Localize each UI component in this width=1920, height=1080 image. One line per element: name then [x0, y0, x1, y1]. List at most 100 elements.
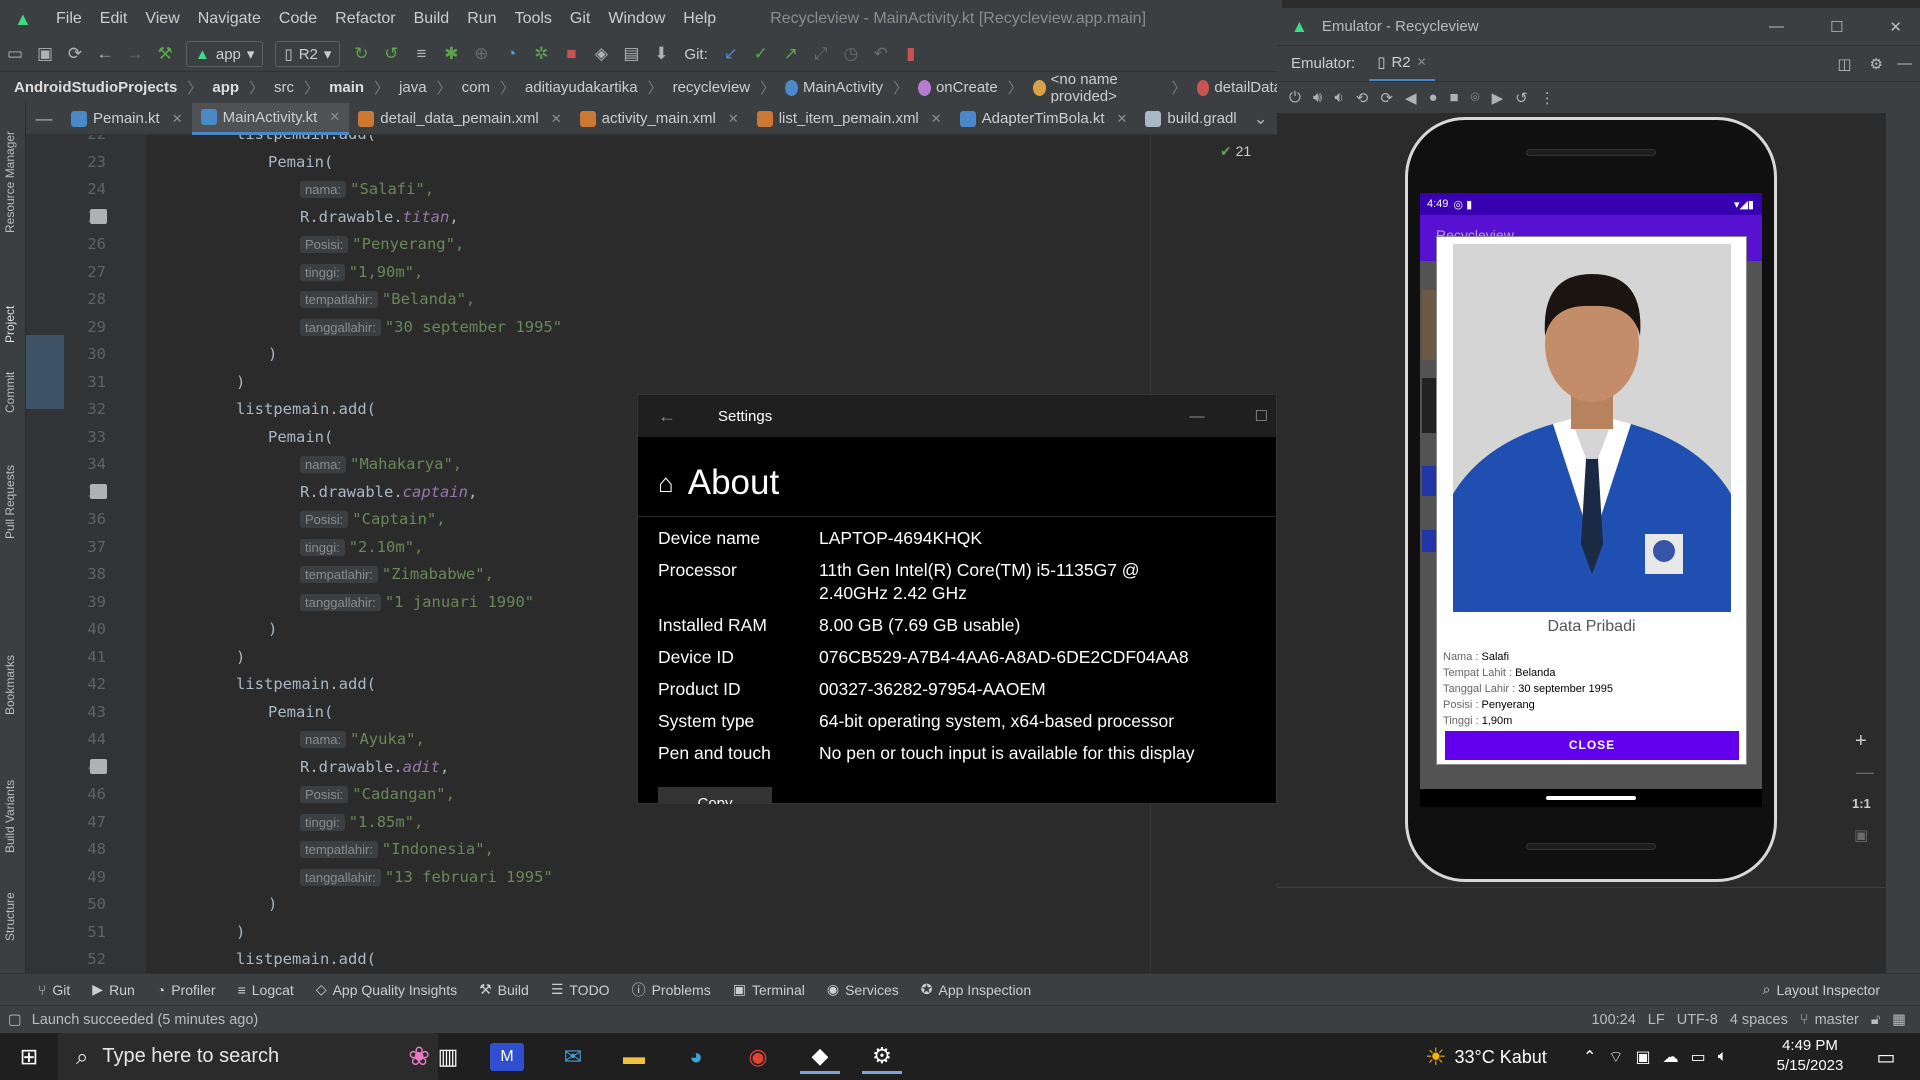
collapse-icon[interactable]: —: [26, 104, 62, 134]
code-line[interactable]: 49 tanggallahir: "13 februari 1995": [26, 864, 1282, 892]
home-icon[interactable]: ●: [1428, 89, 1437, 106]
menu-code[interactable]: Code: [279, 10, 317, 28]
open-folder-icon[interactable]: ▭: [0, 39, 30, 69]
crumb-projects[interactable]: AndroidStudioProjects: [14, 79, 177, 96]
chrome-browser-icon[interactable]: ◉: [738, 1040, 778, 1074]
network-icon[interactable]: ⌔: [1608, 1047, 1623, 1067]
crumb-anonymous[interactable]: <no name provided>: [1051, 71, 1162, 105]
code-line[interactable]: 48 tempatlahir: "Indonesia",: [26, 836, 1282, 864]
crumb-detaildata[interactable]: detailData: [1214, 79, 1282, 96]
maximize-icon[interactable]: ☐: [1830, 18, 1843, 36]
taskbar-clock[interactable]: 4:49 PM 5/15/2023: [1770, 1036, 1850, 1076]
profile-icon[interactable]: ◔: [496, 39, 526, 69]
gear-icon[interactable]: ⚙: [1870, 55, 1883, 73]
gradle-icon[interactable]: ◈: [586, 39, 616, 69]
menu-refactor[interactable]: Refactor: [335, 10, 395, 28]
tool-profiler[interactable]: ◔ Profiler: [157, 982, 216, 998]
code-line[interactable]: 31): [26, 369, 1282, 397]
back-icon[interactable]: ◀: [1405, 89, 1417, 107]
tab-list-item-pemain-xml[interactable]: list_item_pemain.xml ✕: [748, 103, 951, 135]
edge-browser-icon[interactable]: ◕: [676, 1040, 716, 1074]
gesture-handle[interactable]: [1546, 796, 1636, 800]
crumb-com[interactable]: com: [462, 79, 490, 96]
notifications-icon[interactable]: ▭: [1866, 1040, 1906, 1074]
caret-position[interactable]: 100:24: [1591, 1012, 1635, 1028]
git-pull-icon[interactable]: ⤢: [806, 39, 836, 69]
code-line[interactable]: 52 listpemain.add(: [26, 946, 1282, 973]
tool-todo[interactable]: ☰ TODO: [551, 981, 610, 998]
mail-icon[interactable]: ✉: [553, 1040, 593, 1074]
rotate-left-icon[interactable]: ⟲: [1356, 89, 1369, 107]
close-icon[interactable]: ✕: [1117, 111, 1128, 127]
copy-button[interactable]: Copy: [658, 787, 772, 804]
zoom-actual-size[interactable]: 1:1: [1852, 796, 1871, 811]
menu-navigate[interactable]: Navigate: [198, 10, 261, 28]
crumb-package[interactable]: aditiayudakartika: [525, 79, 638, 96]
git-update-icon[interactable]: ↙: [716, 39, 746, 69]
file-encoding[interactable]: UTF-8: [1677, 1012, 1718, 1028]
tool-services[interactable]: ◉ Services: [827, 981, 899, 998]
git-commit-icon[interactable]: ✓: [746, 39, 776, 69]
code-line[interactable]: 22 listpemain.add(: [26, 135, 1282, 149]
stop-icon[interactable]: ■: [556, 39, 586, 69]
menu-view[interactable]: View: [145, 10, 179, 28]
taskbar-search[interactable]: ⌕ Type here to search ❀: [58, 1033, 438, 1080]
power-icon[interactable]: ⏻: [1289, 89, 1301, 106]
tab-mainactivity-kt[interactable]: MainActivity.kt ✕: [191, 102, 350, 135]
volume-up-icon[interactable]: 🔊︎: [1313, 89, 1322, 106]
back-arrow-icon[interactable]: ←: [90, 39, 120, 69]
tab-activity-main-xml[interactable]: activity_main.xml ✕: [571, 103, 748, 135]
crumb-app[interactable]: app: [212, 79, 239, 96]
rotate-right-icon[interactable]: ⟳: [1380, 89, 1393, 107]
code-line[interactable]: 29 tanggallahir: "30 september 1995": [26, 314, 1282, 342]
close-icon[interactable]: ✕: [172, 111, 183, 127]
minimize-icon[interactable]: —: [1769, 18, 1784, 35]
git-push-icon[interactable]: ↗: [776, 39, 806, 69]
crumb-main[interactable]: main: [329, 79, 364, 96]
forward-arrow-icon[interactable]: →: [120, 39, 150, 69]
volume-icon[interactable]: 🔈︎: [1718, 1048, 1728, 1066]
snapshot-icon[interactable]: ↺: [1515, 89, 1528, 107]
back-arrow-icon[interactable]: ←: [658, 406, 676, 427]
bug-icon[interactable]: ✲: [526, 39, 556, 69]
zoom-fit-icon[interactable]: ▣: [1854, 826, 1868, 844]
close-icon[interactable]: ✕: [1889, 18, 1902, 36]
close-icon[interactable]: ✕: [728, 111, 739, 127]
minimize-icon[interactable]: —: [1190, 408, 1205, 425]
menu-help[interactable]: Help: [683, 10, 716, 28]
tab-detail-data-pemain-xml[interactable]: detail_data_pemain.xml ✕: [349, 103, 570, 135]
hide-icon[interactable]: —: [1897, 55, 1912, 72]
tab-device-r2[interactable]: ▯ R2 ✕: [1369, 46, 1435, 82]
windows-start-icon[interactable]: ⊞: [9, 1040, 49, 1074]
tool-git[interactable]: ⑂ Git: [38, 982, 70, 998]
tab-adaptertimbola-kt[interactable]: AdapterTimBola.kt ✕: [951, 103, 1137, 135]
lock-icon[interactable]: 🔓︎: [1871, 1012, 1880, 1028]
cloud-icon[interactable]: ☁: [1663, 1047, 1679, 1067]
overview-icon[interactable]: ■: [1450, 89, 1459, 106]
crumb-mainactivity[interactable]: MainActivity: [803, 79, 883, 96]
tool-app-inspection[interactable]: ✪ App Inspection: [921, 981, 1031, 998]
close-icon[interactable]: ✕: [551, 111, 562, 127]
apply-code-changes-icon[interactable]: ↺: [376, 39, 406, 69]
code-line[interactable]: 47 tinggi: "1.85m",: [26, 809, 1282, 837]
list-icon[interactable]: ≡: [406, 39, 436, 69]
record-icon[interactable]: ▶: [1492, 89, 1504, 107]
close-icon[interactable]: ✕: [1417, 55, 1427, 69]
apply-changes-icon[interactable]: ↻: [346, 39, 376, 69]
menu-build[interactable]: Build: [414, 10, 450, 28]
status-box-icon[interactable]: ▢: [8, 1012, 22, 1028]
close-icon[interactable]: ✕: [931, 111, 942, 127]
tool-app-quality-insights[interactable]: ◇ App Quality Insights: [316, 981, 457, 998]
app-icon[interactable]: M: [490, 1043, 524, 1071]
image-preview-icon[interactable]: [90, 758, 107, 774]
menu-window[interactable]: Window: [608, 10, 665, 28]
zoom-in-icon[interactable]: +: [1855, 730, 1867, 753]
menu-edit[interactable]: Edit: [100, 10, 128, 28]
tab-build-gradle[interactable]: build.gradl: [1136, 103, 1245, 135]
image-preview-icon[interactable]: [90, 483, 107, 499]
git-rollback-icon[interactable]: ↶: [866, 39, 896, 69]
tool-build[interactable]: ⚒ Build: [479, 981, 529, 998]
device-manager-icon[interactable]: ▤: [616, 39, 646, 69]
tab-list-chevron-icon[interactable]: ⌄: [1246, 104, 1276, 134]
tab-project[interactable]: Project: [3, 306, 17, 343]
